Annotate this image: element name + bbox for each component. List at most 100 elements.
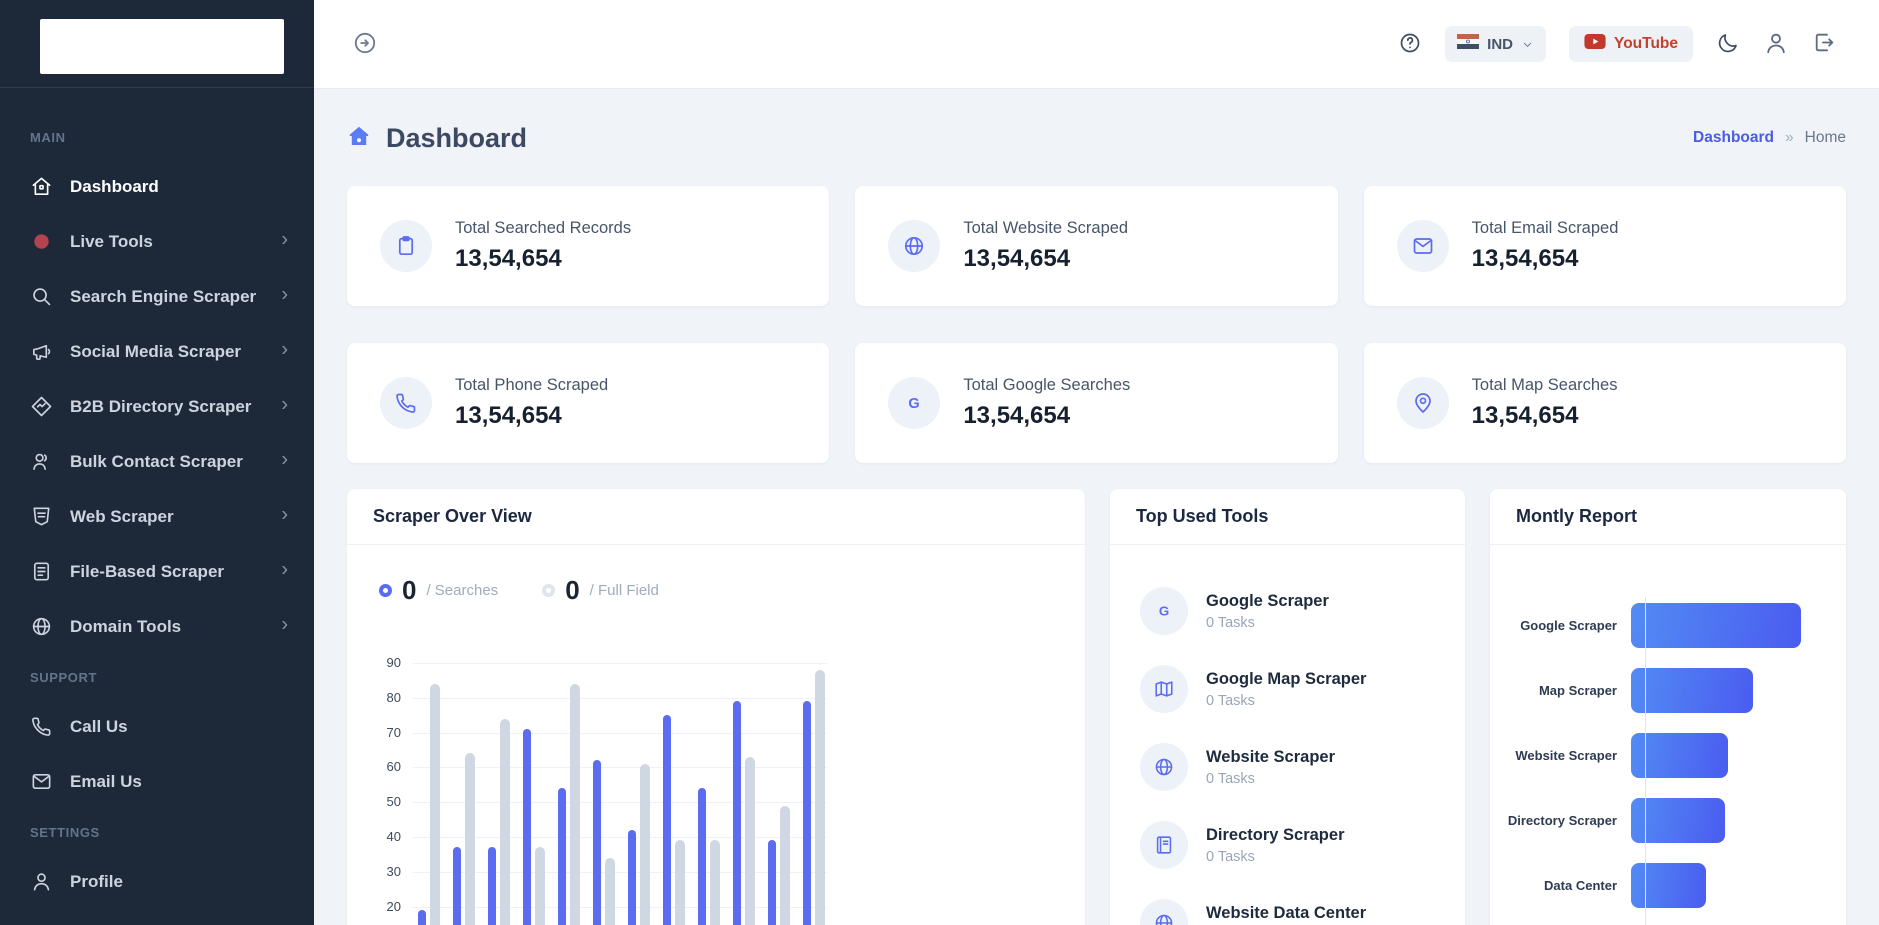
moon-icon: [1716, 31, 1740, 58]
breadcrumb-link-dashboard[interactable]: Dashboard: [1693, 129, 1774, 147]
bar-searches: [558, 788, 566, 925]
bar-searches: [698, 788, 706, 925]
language-code: IND: [1487, 36, 1513, 53]
mail-icon: [30, 770, 53, 793]
sidebar-item-file-based-scraper[interactable]: File-Based Scraper ›: [0, 544, 314, 599]
logout-icon: [1812, 30, 1837, 58]
home-icon: [347, 124, 371, 153]
breadcrumb-current[interactable]: Home: [1805, 129, 1846, 147]
help-button[interactable]: [1398, 31, 1422, 58]
globe-icon: [30, 615, 53, 638]
user-icon: [30, 870, 53, 893]
legend-item-full-field[interactable]: 0/ Full Field: [542, 575, 659, 606]
stats-grid: Total Searched Records13,54,654Total Web…: [347, 186, 1846, 463]
sidebar-item-b2b-directory-scraper[interactable]: B2B Directory Scraper›: [0, 379, 314, 434]
theme-toggle-button[interactable]: [1716, 31, 1740, 58]
bar-full-field: [710, 840, 720, 925]
chevron-right-icon: ›: [281, 283, 288, 306]
stat-value: 13,54,654: [963, 402, 1130, 430]
chevron-right-icon: ›: [281, 338, 288, 361]
sidebar-item-live-tools[interactable]: Live Tools›: [0, 214, 314, 269]
globe-icon: [1140, 743, 1188, 791]
file-icon: [30, 560, 53, 583]
tool-item-google-scraper[interactable]: GGoogle Scraper0 Tasks: [1140, 587, 1439, 635]
tool-name: Website Data Center: [1206, 904, 1366, 923]
stat-value: 13,54,654: [1472, 402, 1618, 430]
chevron-down-icon: [1521, 38, 1534, 51]
gridline: [413, 698, 827, 699]
map-pin-icon: [1397, 377, 1449, 429]
legend-item-searches[interactable]: 0/ Searches: [379, 575, 498, 606]
bar-searches: [523, 729, 531, 925]
sidebar-item-label: Call Us: [70, 717, 128, 737]
tool-item-website-data-center[interactable]: Website Data Center0 Tasks: [1140, 899, 1439, 925]
hbar-label: Google Scraper: [1490, 618, 1631, 633]
tool-name: Google Map Scraper: [1206, 670, 1366, 689]
hbar-row-website-scraper: Website Scraper: [1490, 733, 1846, 778]
stat-card-total-phone-scraped: Total Phone Scraped13,54,654: [347, 343, 829, 463]
stat-card-total-google-searches: GTotal Google Searches13,54,654: [855, 343, 1337, 463]
nav-section-label-main: MAIN: [0, 114, 314, 159]
legend-dot-icon: [542, 584, 555, 597]
sidebar-item-call-us[interactable]: Call Us: [0, 699, 314, 754]
sidebar-item-search-engine-scraper[interactable]: Search Engine Scraper›: [0, 269, 314, 324]
nav-section-label-support: SUPPORT: [0, 654, 314, 699]
sidebar-item-web-scraper[interactable]: Web Scraper›: [0, 489, 314, 544]
globe-icon: [1140, 899, 1188, 925]
bar-full-field: [535, 847, 545, 925]
stat-card-total-map-searches: Total Map Searches13,54,654: [1364, 343, 1846, 463]
y-axis-tick-label: 90: [375, 655, 401, 670]
bar-full-field: [570, 684, 580, 925]
monthly-chart-axis: [1645, 597, 1646, 925]
arrow-circle-icon: [352, 30, 378, 59]
app-logo: [40, 19, 284, 74]
legend-label: / Searches: [426, 582, 498, 599]
gridline: [413, 767, 827, 768]
sidebar-item-label: Email Us: [70, 772, 142, 792]
tool-item-directory-scraper[interactable]: Directory Scraper0 Tasks: [1140, 821, 1439, 869]
stat-card-total-website-scraped: Total Website Scraped13,54,654: [855, 186, 1337, 306]
hbar-row-google-scraper: Google Scraper: [1490, 603, 1846, 648]
bar-full-field: [745, 757, 755, 925]
sidebar-nav: MAINDashboardLive Tools›Search Engine Sc…: [0, 88, 314, 909]
topbar: IND YouTube: [314, 0, 1879, 89]
language-selector[interactable]: IND: [1445, 26, 1546, 62]
book-icon: [1140, 821, 1188, 869]
sidebar-item-label: Dashboard: [70, 177, 159, 197]
sidebar-item-profile[interactable]: Profile: [0, 854, 314, 909]
question-circle-icon: [1398, 31, 1422, 58]
tool-name: Website Scraper: [1206, 748, 1335, 767]
sidebar-item-label: Bulk Contact Scraper: [70, 452, 243, 472]
bar-full-field: [780, 806, 790, 925]
gridline: [413, 802, 827, 803]
hbar-row-directory-scraper: Directory Scraper: [1490, 798, 1846, 843]
tool-item-website-scraper[interactable]: Website Scraper0 Tasks: [1140, 743, 1439, 791]
phone-icon: [30, 715, 53, 738]
sidebar-item-dashboard[interactable]: Dashboard: [0, 159, 314, 214]
hbar-label: Map Scraper: [1490, 683, 1631, 698]
sidebar-item-email-us[interactable]: Email Us: [0, 754, 314, 809]
sidebar-item-bulk-contact-scraper[interactable]: Bulk Contact Scraper›: [0, 434, 314, 489]
stat-value: 13,54,654: [1472, 245, 1619, 273]
globe-icon: [888, 220, 940, 272]
sidebar-item-social-media-scraper[interactable]: Social Media Scraper›: [0, 324, 314, 379]
sidebar-item-label: File-Based Scraper: [70, 562, 224, 582]
scraper-overview-title: Scraper Over View: [373, 506, 532, 527]
gridline: [413, 663, 827, 664]
page-header: Dashboard Dashboard » Home: [347, 115, 1846, 161]
sidebar-item-label: Live Tools: [70, 232, 153, 252]
breadcrumb-separator: »: [1785, 129, 1794, 147]
chevron-right-icon: ›: [281, 558, 288, 581]
tool-tasks: 0 Tasks: [1206, 615, 1329, 631]
stat-label: Total Google Searches: [963, 376, 1130, 395]
account-button[interactable]: [1763, 30, 1789, 59]
youtube-button[interactable]: YouTube: [1569, 26, 1693, 62]
hbar: [1631, 603, 1801, 648]
main-content: Dashboard Dashboard » Home Total Searche…: [314, 89, 1879, 925]
tool-item-google-map-scraper[interactable]: Google Map Scraper0 Tasks: [1140, 665, 1439, 713]
stat-value: 13,54,654: [963, 245, 1128, 273]
logout-button[interactable]: [1812, 30, 1837, 58]
sidebar-toggle-button[interactable]: [352, 30, 378, 59]
code-shield-icon: [30, 505, 53, 528]
sidebar-item-domain-tools[interactable]: Domain Tools›: [0, 599, 314, 654]
